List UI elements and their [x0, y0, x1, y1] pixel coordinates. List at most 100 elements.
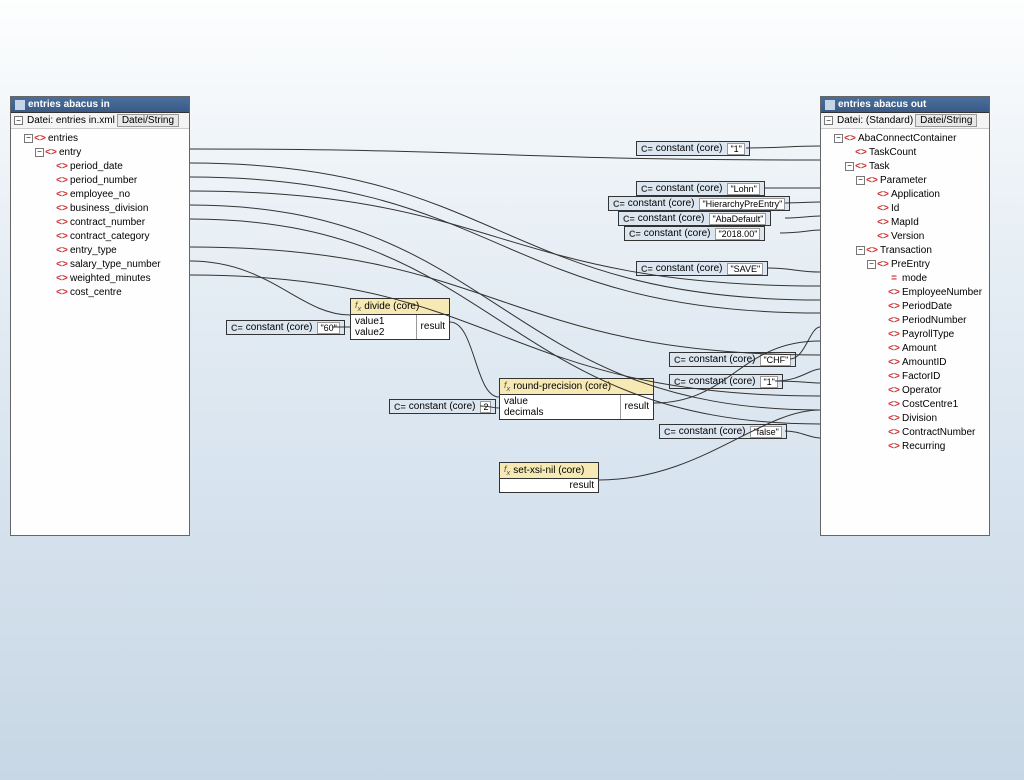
- element-icon: <>: [57, 203, 67, 213]
- tree-node-preentry[interactable]: PreEntry: [891, 259, 930, 270]
- constant-1-b[interactable]: C=constant (core)"1": [669, 374, 783, 389]
- source-tree: −<>entries −<>entry <>period_date<>perio…: [11, 129, 189, 301]
- tree-node-prefield[interactable]: PeriodDate: [902, 301, 952, 312]
- tree-node-entries[interactable]: entries: [48, 133, 78, 144]
- collapse-icon[interactable]: −: [856, 176, 865, 185]
- tree-node-prefield[interactable]: Amount: [902, 343, 936, 354]
- tree-node-prefield[interactable]: PayrollType: [902, 329, 954, 340]
- tree-node-prefield[interactable]: AmountID: [902, 357, 946, 368]
- element-icon: <>: [889, 301, 899, 311]
- constant-icon: C=: [664, 427, 676, 437]
- collapse-icon[interactable]: −: [856, 246, 865, 255]
- target-file-label: Datei: (Standard): [837, 115, 913, 126]
- port-value1[interactable]: value1: [355, 316, 412, 327]
- source-title: entries abacus in: [28, 99, 110, 110]
- tree-node-field[interactable]: cost_centre: [70, 287, 122, 298]
- source-header[interactable]: entries abacus in: [11, 97, 189, 113]
- element-icon: <>: [878, 217, 888, 227]
- constant-icon: C=: [613, 199, 625, 209]
- tree-node-field[interactable]: business_division: [70, 203, 148, 214]
- tree-node-param[interactable]: Application: [891, 189, 940, 200]
- source-file-row: − Datei: entries in.xml Datei/String: [11, 113, 189, 129]
- element-icon: <>: [889, 343, 899, 353]
- function-round-precision[interactable]: fxround-precision (core) value decimals …: [499, 378, 654, 420]
- port-result[interactable]: result: [421, 321, 445, 332]
- constant-abadefault[interactable]: C=constant (core)"AbaDefault": [618, 211, 771, 226]
- function-set-xsi-nil[interactable]: fxset-xsi-nil (core) result: [499, 462, 599, 493]
- element-icon: <>: [889, 357, 899, 367]
- element-icon: <>: [57, 189, 67, 199]
- constant-hierarchy[interactable]: C=constant (core)"HierarchyPreEntry": [608, 196, 790, 211]
- tree-node-prefield[interactable]: Division: [902, 413, 937, 424]
- element-icon: <>: [889, 315, 899, 325]
- element-icon: <>: [57, 287, 67, 297]
- constant-1[interactable]: C=constant (core)"1": [636, 141, 750, 156]
- function-icon: fx: [504, 464, 510, 477]
- element-icon: <>: [878, 259, 888, 269]
- constant-2[interactable]: C=constant (core)2: [389, 399, 496, 414]
- collapse-icon[interactable]: −: [845, 162, 854, 171]
- constant-icon: C=: [674, 355, 686, 365]
- tree-node-transaction[interactable]: Transaction: [880, 245, 932, 256]
- collapse-icon[interactable]: −: [824, 116, 833, 125]
- element-icon: <>: [889, 399, 899, 409]
- constant-icon: C=: [394, 402, 406, 412]
- target-panel: entries abacus out − Datei: (Standard) D…: [820, 96, 990, 536]
- collapse-icon[interactable]: −: [834, 134, 843, 143]
- tree-node-prefield[interactable]: CostCentre1: [902, 399, 958, 410]
- element-icon: <>: [57, 259, 67, 269]
- port-result[interactable]: result: [570, 480, 594, 491]
- tree-node-mode[interactable]: mode: [902, 273, 927, 284]
- tree-node-field[interactable]: entry_type: [70, 245, 117, 256]
- tree-node-field[interactable]: weighted_minutes: [70, 273, 151, 284]
- port-value[interactable]: value: [504, 396, 616, 407]
- target-file-row: − Datei: (Standard) Datei/String: [821, 113, 989, 129]
- collapse-icon[interactable]: −: [35, 148, 44, 157]
- tree-node-prefield[interactable]: EmployeeNumber: [902, 287, 982, 298]
- tree-node-prefield[interactable]: ContractNumber: [902, 427, 975, 438]
- collapse-icon[interactable]: −: [14, 116, 23, 125]
- constant-lohn[interactable]: C=constant (core)"Lohn": [636, 181, 765, 196]
- function-divide[interactable]: fxdivide (core) value1 value2 result: [350, 298, 450, 340]
- constant-icon: C=: [641, 144, 653, 154]
- attribute-icon: =: [889, 273, 899, 283]
- constant-save[interactable]: C=constant (core)"SAVE": [636, 261, 768, 276]
- constant-false[interactable]: C=constant (core)"false": [659, 424, 787, 439]
- element-icon: <>: [889, 413, 899, 423]
- element-icon: <>: [57, 217, 67, 227]
- tree-node-prefield[interactable]: Operator: [902, 385, 941, 396]
- element-icon: <>: [889, 385, 899, 395]
- constant-version[interactable]: C=constant (core)"2018.00": [624, 226, 765, 241]
- element-icon: <>: [856, 161, 866, 171]
- element-icon: <>: [889, 441, 899, 451]
- tree-node-field[interactable]: period_number: [70, 175, 137, 186]
- port-result[interactable]: result: [625, 401, 649, 412]
- tree-node-entry[interactable]: entry: [59, 147, 81, 158]
- tree-node-param[interactable]: MapId: [891, 217, 919, 228]
- tree-node-taskcount[interactable]: TaskCount: [869, 147, 916, 158]
- tree-node-task[interactable]: Task: [869, 161, 890, 172]
- tree-node-field[interactable]: contract_number: [70, 217, 145, 228]
- target-file-button[interactable]: Datei/String: [915, 114, 977, 127]
- tree-node-prefield[interactable]: PeriodNumber: [902, 315, 966, 326]
- tree-node-prefield[interactable]: FactorID: [902, 371, 940, 382]
- tree-node-parameter[interactable]: Parameter: [880, 175, 927, 186]
- target-header[interactable]: entries abacus out: [821, 97, 989, 113]
- tree-node-aba[interactable]: AbaConnectContainer: [858, 133, 956, 144]
- tree-node-field[interactable]: employee_no: [70, 189, 130, 200]
- tree-node-field[interactable]: salary_type_number: [70, 259, 161, 270]
- tree-node-field[interactable]: period_date: [70, 161, 123, 172]
- port-decimals[interactable]: decimals: [504, 407, 616, 418]
- tree-node-param[interactable]: Version: [891, 231, 924, 242]
- constant-icon: C=: [623, 214, 635, 224]
- source-file-button[interactable]: Datei/String: [117, 114, 179, 127]
- tree-node-prefield[interactable]: Recurring: [902, 441, 945, 452]
- tree-node-field[interactable]: contract_category: [70, 231, 150, 242]
- collapse-icon[interactable]: −: [24, 134, 33, 143]
- collapse-icon[interactable]: −: [867, 260, 876, 269]
- tree-node-param[interactable]: Id: [891, 203, 899, 214]
- port-value2[interactable]: value2: [355, 327, 412, 338]
- constant-chf[interactable]: C=constant (core)"CHF": [669, 352, 796, 367]
- constant-icon: C=: [629, 229, 641, 239]
- constant-60[interactable]: C=constant (core)"60": [226, 320, 345, 335]
